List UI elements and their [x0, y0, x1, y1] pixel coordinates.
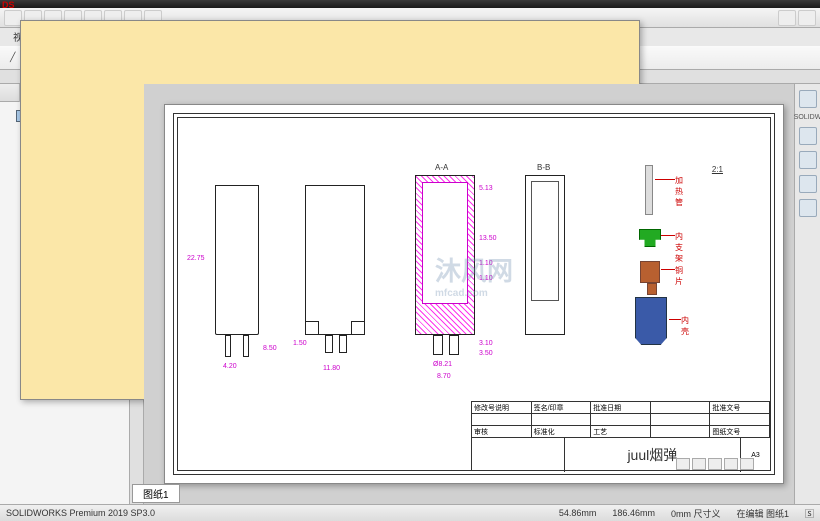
zoom-next-icon[interactable] — [692, 458, 706, 470]
dim-pin: 8.50 — [263, 345, 277, 352]
app-edition: SOLIDWORKS Premium 2019 SP3.0 — [6, 508, 155, 518]
section-label: B-B — [537, 163, 550, 172]
drawing-sheet: 2:1 22.75 4.20 8.50 1.50 11.80 — [164, 104, 784, 484]
help-icon[interactable] — [798, 10, 816, 26]
sheet-tab-label: 图纸1 — [143, 490, 169, 501]
property-icon[interactable] — [799, 199, 817, 217]
dim-pinw: 3.50 — [479, 350, 493, 357]
dim-r2: 1.10 — [479, 275, 493, 282]
3d-icon[interactable] — [799, 151, 817, 169]
feature-tree-panel: juul 烟弹 注解 图纸1 — [0, 84, 130, 504]
label-bracket: 内支架 — [675, 231, 683, 264]
section-label: A-A — [435, 163, 448, 172]
zoom-prev-icon[interactable] — [676, 458, 690, 470]
task-pane: SOLIDW — [794, 84, 820, 504]
dim-height: 22.75 — [187, 255, 205, 262]
dim-innerw: 11.80 — [323, 365, 340, 372]
sheet-tab[interactable]: 图纸1 — [132, 484, 180, 503]
dim-slot: 5.13 — [479, 185, 493, 192]
label-shell: 内壳 — [681, 315, 689, 337]
dim-width: 4.20 — [223, 363, 237, 370]
dim-r1: 1.10 — [479, 260, 493, 267]
zoom-in-icon[interactable] — [724, 458, 738, 470]
status-mode: 在编辑 图纸1 — [736, 507, 789, 520]
app-logo: DS — [2, 0, 15, 10]
drawing-canvas[interactable]: 2:1 22.75 4.20 8.50 1.50 11.80 — [144, 84, 794, 504]
dim-dia: Ø8.21 — [433, 361, 452, 368]
line-tool-icon[interactable]: ╱ — [6, 50, 19, 65]
appearance-icon[interactable] — [799, 175, 817, 193]
zoom-fit-icon[interactable] — [708, 458, 722, 470]
home-icon[interactable] — [799, 90, 817, 108]
canvas-zoom-toolbar — [676, 458, 754, 472]
coord-x: 54.86mm — [559, 508, 597, 518]
tree-sheet1[interactable]: 图纸1 — [4, 144, 125, 163]
status-bar: SOLIDWORKS Premium 2019 SP3.0 54.86mm 18… — [0, 504, 820, 521]
coord-y: 186.46mm — [612, 508, 655, 518]
dim-wall: 13.50 — [479, 235, 497, 242]
label-copper: 铜片 — [675, 265, 683, 287]
status-ime-icon[interactable]: 🅂 — [805, 507, 814, 520]
search-icon[interactable] — [778, 10, 796, 26]
label-heater: 加热管 — [675, 175, 683, 208]
zoom-out-icon[interactable] — [740, 458, 754, 470]
dim-gap: 1.50 — [293, 340, 307, 347]
resources-icon[interactable] — [799, 127, 817, 145]
tree-tab-feature-icon[interactable] — [0, 84, 20, 102]
task-label: SOLIDW — [794, 114, 820, 121]
feature-tree[interactable]: juul 烟弹 注解 图纸1 — [0, 102, 129, 167]
status-units: 0mm 尺寸义 — [671, 507, 721, 520]
dim-chamfer: 3.10 — [479, 340, 493, 347]
scale-note: 2:1 — [712, 165, 723, 174]
dim-tab: 8.70 — [437, 373, 451, 380]
